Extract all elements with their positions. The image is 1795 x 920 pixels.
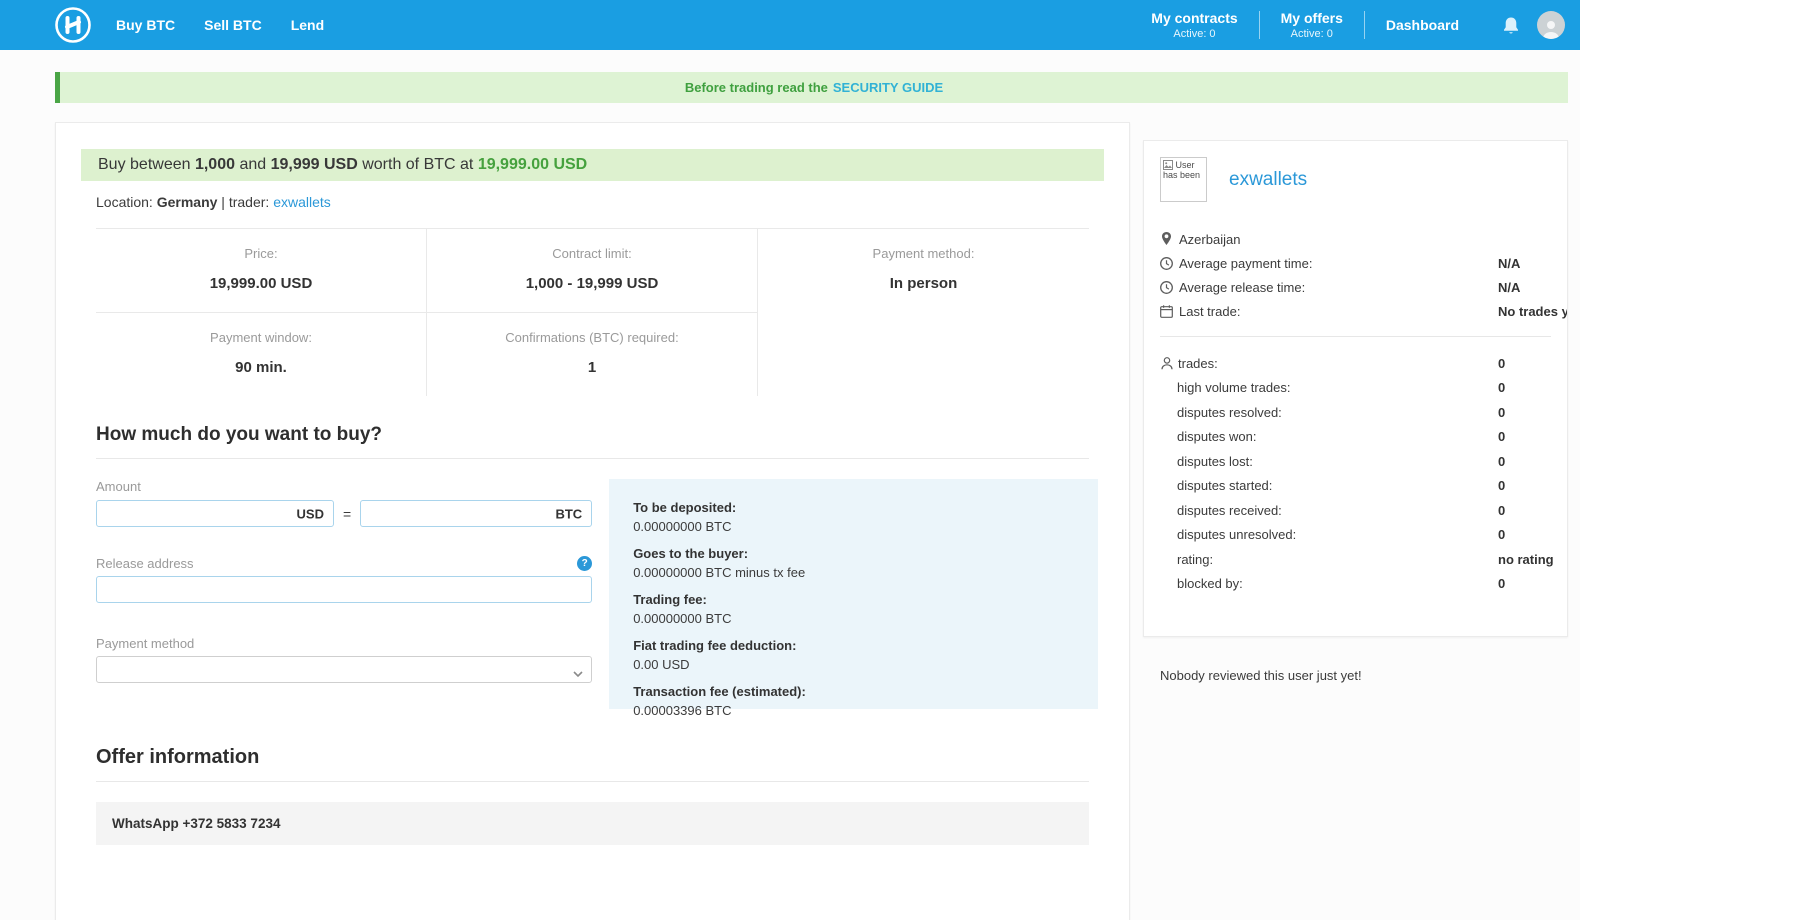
- btc-input-wrap: BTC: [360, 500, 593, 527]
- amount-row: USD = BTC: [96, 500, 593, 527]
- release-address-row: Release address ?: [96, 556, 593, 571]
- fact-avg-release-time: Average release time: N/A: [1160, 275, 1551, 299]
- divider: [1160, 336, 1551, 337]
- usd-suffix-label: USD: [296, 506, 324, 521]
- stat-disputes-won: disputes won: 0: [1177, 429, 1506, 445]
- payment-method-wrap: [96, 656, 593, 683]
- broken-image-icon: [1163, 160, 1173, 170]
- nav-lend[interactable]: Lend: [291, 17, 324, 33]
- btc-suffix-label: BTC: [555, 506, 583, 521]
- security-banner: Before trading read the SECURITY GUIDE: [55, 72, 1568, 103]
- nav-my-contracts[interactable]: My contracts Active: 0: [1130, 10, 1258, 40]
- help-icon[interactable]: ?: [577, 556, 593, 571]
- user-icon: [1160, 356, 1173, 370]
- summary-item: Fiat trading fee deduction: 0.00 USD: [633, 638, 797, 672]
- notifications-bell-icon[interactable]: [1502, 16, 1520, 35]
- detail-price: Price: 19,999.00 USD: [96, 229, 427, 313]
- avatar-person-icon: [1543, 21, 1559, 39]
- stat-disputes-lost: disputes lost: 0: [1177, 453, 1506, 469]
- fee-summary-panel: To be deposited: 0.00000000 BTC Goes to …: [609, 479, 1099, 718]
- location-line: Location: Germany | trader: exwallets: [96, 194, 331, 210]
- offer-country: Germany: [156, 194, 218, 210]
- amount-label: Amount: [96, 479, 141, 494]
- logo-icon: [55, 7, 91, 43]
- stat-blocked-by: blocked by: 0: [1177, 576, 1506, 592]
- nav-dashboard[interactable]: Dashboard: [1365, 17, 1480, 33]
- stat-disputes-started: disputes started: 0: [1177, 478, 1506, 494]
- nav-buy-btc[interactable]: Buy BTC: [116, 17, 175, 33]
- broken-avatar-image: User has been: [1160, 157, 1207, 202]
- browser-viewport: Buy BTC Sell BTC Lend My contracts Activ…: [0, 0, 1580, 920]
- offer-information-text: WhatsApp +372 5833 7234: [96, 802, 1089, 845]
- payment-method-label: Payment method: [96, 636, 195, 651]
- calendar-icon: [1160, 304, 1173, 318]
- banner-text: Before trading read the: [684, 80, 828, 95]
- release-address-input[interactable]: [96, 576, 593, 603]
- stat-disputes-received: disputes received: 0: [1177, 502, 1506, 518]
- offer-max-amount: 19,999 USD: [270, 156, 358, 173]
- detail-empty-cell: [758, 313, 1089, 396]
- clock-icon: [1160, 280, 1173, 294]
- detail-payment-window: Payment window: 90 min.: [96, 313, 427, 396]
- clock-icon: [1160, 256, 1173, 270]
- user-avatar[interactable]: [1537, 11, 1565, 39]
- my-offers-label: My offers: [1280, 10, 1343, 26]
- fact-last-trade: Last trade: No trades yet: [1160, 299, 1567, 323]
- payment-method-select[interactable]: [96, 656, 593, 683]
- summary-item: Trading fee: 0.00000000 BTC: [633, 592, 732, 626]
- trader-stats: trades: 0 high volume trades: 0 disputes…: [1160, 351, 1554, 596]
- stat-disputes-unresolved: disputes unresolved: 0: [1177, 527, 1506, 543]
- nav-sell-btc[interactable]: Sell BTC: [204, 17, 262, 33]
- main-nav: Buy BTC Sell BTC Lend: [116, 17, 324, 33]
- release-address-label: Release address: [96, 556, 194, 571]
- hodlhodl-logo[interactable]: [54, 6, 92, 44]
- my-offers-active-count: Active: 0: [1290, 28, 1333, 40]
- dashboard-label: Dashboard: [1385, 17, 1459, 33]
- buy-form: Amount USD = BTC Release address ? Payme…: [96, 479, 593, 683]
- offer-information-heading: Offer information: [96, 746, 260, 768]
- offer-min-amount: 1,000: [194, 156, 235, 173]
- my-contracts-active-count: Active: 0: [1173, 28, 1216, 40]
- buy-form-area: Amount USD = BTC Release address ? Payme…: [96, 479, 1099, 718]
- detail-contract-limit: Contract limit: 1,000 - 19,999 USD: [427, 229, 758, 313]
- offer-title: Buy between 1,000 and 19,999 USD worth o…: [81, 149, 1104, 181]
- offer-details-table: Price: 19,999.00 USD Contract limit: 1,0…: [96, 228, 1089, 396]
- stat-rating: rating: no rating: [1177, 551, 1554, 567]
- my-contracts-label: My contracts: [1151, 10, 1238, 26]
- divider: [96, 781, 1089, 782]
- trader-link[interactable]: exwallets: [273, 194, 331, 210]
- equals-sign: =: [343, 505, 352, 522]
- release-address-wrap: [96, 576, 593, 603]
- trader-card: User has been exwallets Azerbaijan Avera…: [1143, 140, 1568, 637]
- no-reviews-text: Nobody reviewed this user just yet!: [1160, 668, 1362, 683]
- summary-item: To be deposited: 0.00000000 BTC: [633, 500, 737, 534]
- trader-header: User has been exwallets: [1160, 157, 1551, 202]
- offer-price: 19,999.00 USD: [477, 156, 588, 173]
- location-pin-icon: [1160, 232, 1173, 246]
- usd-input-wrap: USD: [96, 500, 334, 527]
- nav-right-group: My contracts Active: 0 My offers Active:…: [1130, 10, 1565, 40]
- offer-card: Buy between 1,000 and 19,999 USD worth o…: [55, 122, 1130, 920]
- fact-country: Azerbaijan: [1160, 227, 1551, 251]
- stat-trades: trades: 0: [1160, 351, 1551, 376]
- summary-item: Goes to the buyer: 0.00000000 BTC minus …: [633, 546, 806, 580]
- security-guide-link[interactable]: SECURITY GUIDE: [833, 80, 943, 95]
- detail-payment-method: Payment method: In person: [872, 246, 975, 292]
- trader-name-link[interactable]: exwallets: [1229, 169, 1307, 191]
- detail-confirmations: Confirmations (BTC) required: 1: [427, 313, 758, 396]
- stat-high-volume-trades: high volume trades: 0: [1177, 380, 1506, 396]
- offer-title-text: Buy between: [98, 156, 195, 173]
- divider: [96, 458, 1089, 459]
- trader-facts: Azerbaijan Average payment time: N/A Ave…: [1160, 227, 1567, 323]
- summary-item: Transaction fee (estimated): 0.00003396 …: [633, 684, 806, 718]
- stat-disputes-resolved: disputes resolved: 0: [1177, 404, 1506, 420]
- nav-my-offers[interactable]: My offers Active: 0: [1260, 10, 1364, 40]
- buy-heading: How much do you want to buy?: [96, 424, 383, 445]
- top-navbar: Buy BTC Sell BTC Lend My contracts Activ…: [0, 0, 1580, 50]
- fact-avg-payment-time: Average payment time: N/A: [1160, 251, 1551, 275]
